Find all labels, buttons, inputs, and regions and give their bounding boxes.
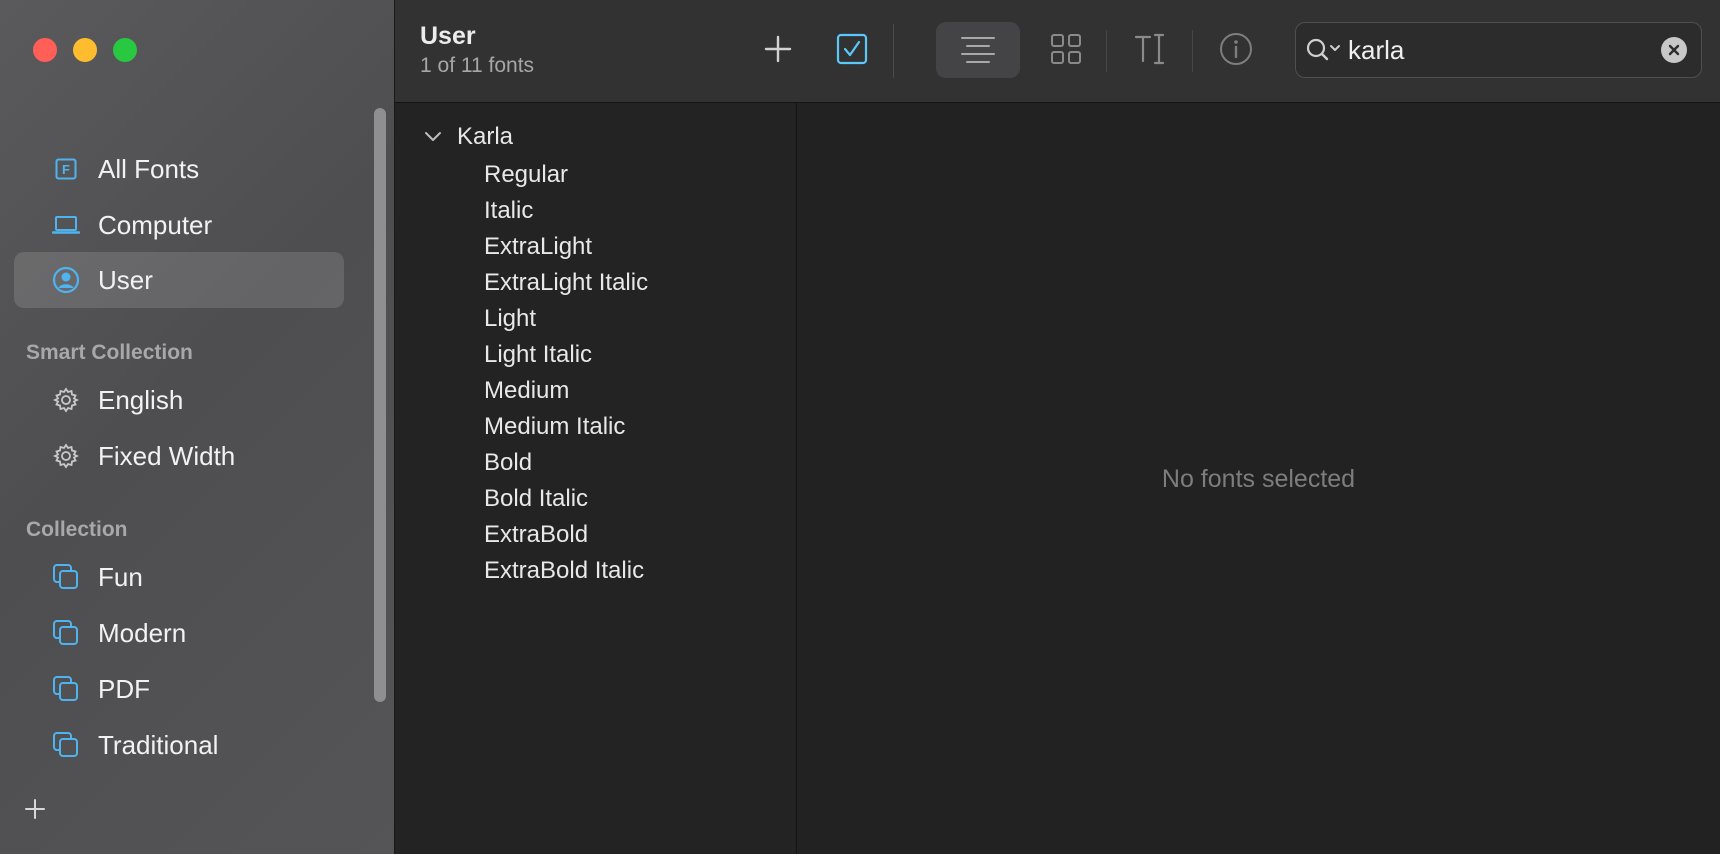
sidebar-item-label: Modern [98, 617, 187, 648]
collection-icon [52, 619, 80, 647]
font-family-row[interactable]: Karla [423, 123, 513, 151]
grid-view-icon [1051, 34, 1081, 64]
sidebar-item-label: English [98, 384, 184, 415]
list-view-icon [961, 37, 995, 63]
traffic-lights [33, 38, 137, 62]
font-style-item[interactable]: Medium Italic [484, 413, 625, 441]
search-field[interactable] [1295, 22, 1702, 78]
font-style-item[interactable]: ExtraLight [484, 233, 592, 261]
font-style-item[interactable]: Medium [484, 377, 569, 405]
search-input[interactable] [1346, 31, 1650, 69]
font-style-item[interactable]: Light [484, 305, 536, 333]
gear-icon [52, 386, 80, 414]
checkbox-icon [836, 33, 868, 65]
sidebar-scrollbar[interactable] [374, 108, 386, 702]
font-family-name: Karla [457, 123, 514, 150]
sidebar-item-label: Fun [98, 561, 143, 592]
laptop-icon [52, 211, 80, 239]
gear-icon [52, 442, 80, 470]
font-style-item[interactable]: Bold Italic [484, 485, 588, 513]
clear-search-button[interactable] [1661, 37, 1687, 63]
sidebar-item-computer[interactable]: Computer [14, 197, 344, 253]
list-view-button[interactable] [936, 22, 1020, 78]
sidebar-item-label: Fixed Width [98, 440, 236, 471]
font-preview-pane: No fonts selected [797, 103, 1720, 854]
sidebar-item-user[interactable]: User [14, 252, 344, 308]
collection-heading: Collection [26, 518, 128, 541]
font-book-window: F All Fonts Computer User Smart Collecti… [0, 0, 1720, 854]
font-style-item[interactable]: ExtraBold [484, 521, 588, 549]
validate-font-button[interactable] [819, 24, 885, 74]
font-preview-button[interactable] [1113, 24, 1189, 74]
zoom-button[interactable] [113, 38, 137, 62]
sidebar-item-all-fonts[interactable]: F All Fonts [14, 141, 344, 197]
collection-icon [52, 731, 80, 759]
sidebar-item-label: Traditional [98, 729, 219, 760]
font-style-item[interactable]: Regular [484, 161, 568, 189]
collection-icon [52, 563, 80, 591]
font-style-item[interactable]: Bold [484, 449, 532, 477]
toolbar-separator [893, 24, 894, 78]
sidebar: F All Fonts Computer User Smart Collecti… [0, 0, 395, 854]
toolbar-separator [1192, 30, 1193, 72]
grid-view-button[interactable] [1028, 24, 1104, 74]
empty-state-message: No fonts selected [1161, 465, 1356, 493]
collection-icon [52, 675, 80, 703]
smart-collection-heading: Smart Collection [26, 341, 193, 364]
sidebar-item-fixed-width[interactable]: Fixed Width [14, 428, 344, 484]
sidebar-item-traditional[interactable]: Traditional [14, 717, 344, 773]
plus-icon [25, 799, 45, 819]
toolbar: User 1 of 11 fonts [395, 0, 1720, 103]
font-style-item[interactable]: Light Italic [484, 341, 592, 369]
plus-icon [764, 35, 792, 63]
chevron-down-icon[interactable] [423, 127, 443, 147]
magnifier-dropdown-icon[interactable] [1304, 37, 1344, 68]
font-style-item[interactable]: ExtraLight Italic [484, 269, 648, 297]
font-list: Karla Regular Italic ExtraLight ExtraLig… [395, 103, 797, 854]
toolbar-subtitle: 1 of 11 fonts [420, 54, 535, 77]
add-font-button[interactable] [745, 24, 811, 74]
info-button[interactable] [1198, 24, 1274, 74]
sidebar-item-fun[interactable]: Fun [14, 549, 344, 605]
sidebar-item-label: User [98, 264, 153, 295]
sidebar-item-english[interactable]: English [14, 372, 344, 428]
font-book-icon: F [52, 155, 80, 183]
font-style-item[interactable]: ExtraBold Italic [484, 557, 644, 585]
user-circle-icon [52, 266, 80, 294]
sidebar-item-label: Computer [98, 209, 213, 240]
sidebar-item-label: PDF [98, 673, 150, 704]
sidebar-item-label: All Fonts [98, 153, 200, 184]
toolbar-title: User [420, 22, 476, 50]
info-icon [1220, 33, 1252, 65]
close-icon [1668, 44, 1680, 56]
sidebar-item-modern[interactable]: Modern [14, 605, 344, 661]
text-cursor-icon [1134, 33, 1165, 65]
close-button[interactable] [33, 38, 57, 62]
add-collection-button[interactable] [22, 796, 48, 822]
minimize-button[interactable] [73, 38, 97, 62]
font-style-item[interactable]: Italic [484, 197, 533, 225]
toolbar-separator [1106, 30, 1107, 72]
sidebar-item-pdf[interactable]: PDF [14, 661, 344, 717]
svg-text:F: F [62, 162, 70, 177]
